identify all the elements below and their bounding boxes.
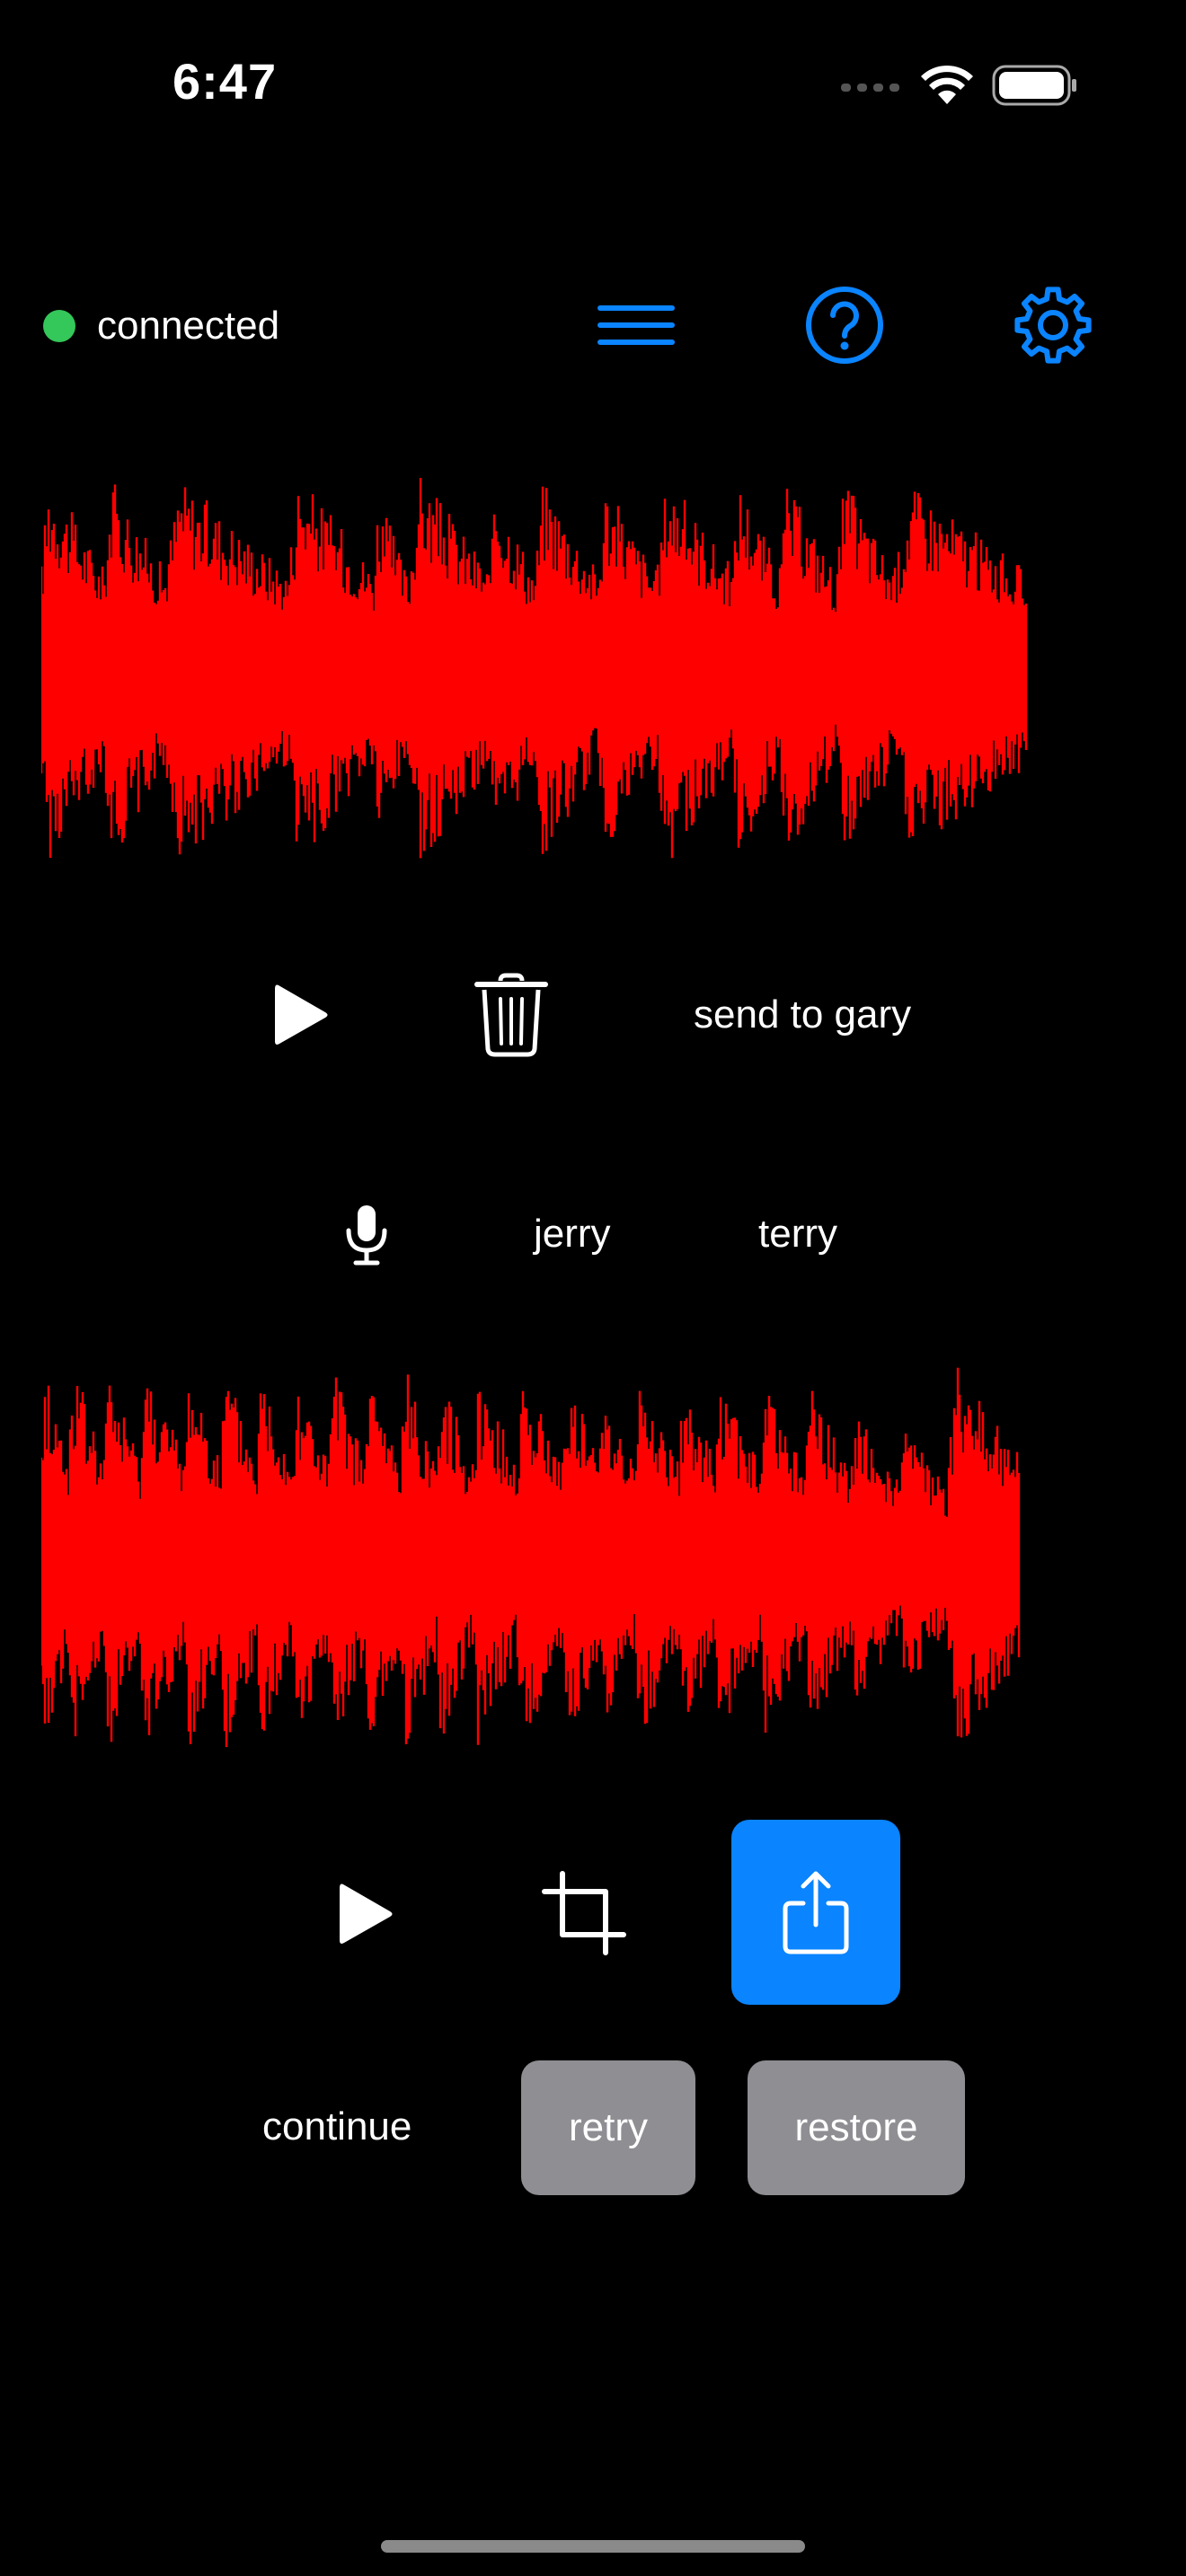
- wifi-icon: [921, 65, 973, 104]
- waveform-recording[interactable]: [41, 467, 1030, 871]
- share-button[interactable]: [731, 1820, 900, 2005]
- help-icon: [806, 287, 883, 364]
- voice-jerry-button[interactable]: jerry: [534, 1207, 611, 1261]
- continue-button[interactable]: continue: [262, 2100, 412, 2154]
- connection-indicator: [43, 310, 75, 342]
- crop-button[interactable]: [539, 1868, 629, 1958]
- share-icon: [783, 1871, 849, 1954]
- cellular-signal-icon: [841, 84, 899, 92]
- help-button[interactable]: [800, 280, 890, 370]
- send-to-gary-button[interactable]: send to gary: [694, 988, 911, 1042]
- status-time: 6:47: [173, 53, 278, 110]
- play-icon: [275, 984, 328, 1045]
- connection-status: connected: [97, 304, 280, 348]
- play-button[interactable]: [261, 975, 341, 1055]
- play-icon: [340, 1883, 393, 1944]
- waveform-processed[interactable]: [41, 1356, 1030, 1760]
- crop-icon: [542, 1871, 626, 1955]
- status-icons: [839, 63, 1078, 108]
- play-processed-button[interactable]: [325, 1874, 406, 1954]
- delete-button[interactable]: [469, 970, 553, 1060]
- menu-icon: [597, 305, 675, 345]
- record-button[interactable]: [340, 1199, 394, 1271]
- voice-terry-button[interactable]: terry: [758, 1207, 837, 1261]
- restore-button[interactable]: restore: [748, 2060, 965, 2195]
- retry-button[interactable]: retry: [521, 2060, 695, 2195]
- settings-button[interactable]: [1008, 280, 1098, 370]
- home-indicator: [381, 2540, 805, 2553]
- gear-icon: [1014, 287, 1092, 364]
- menu-button[interactable]: [591, 280, 681, 370]
- trash-icon: [474, 973, 548, 1057]
- waveform-path: [41, 1367, 1021, 1748]
- microphone-icon: [346, 1205, 387, 1266]
- battery-icon: [992, 65, 1076, 106]
- waveform-path: [41, 478, 1028, 859]
